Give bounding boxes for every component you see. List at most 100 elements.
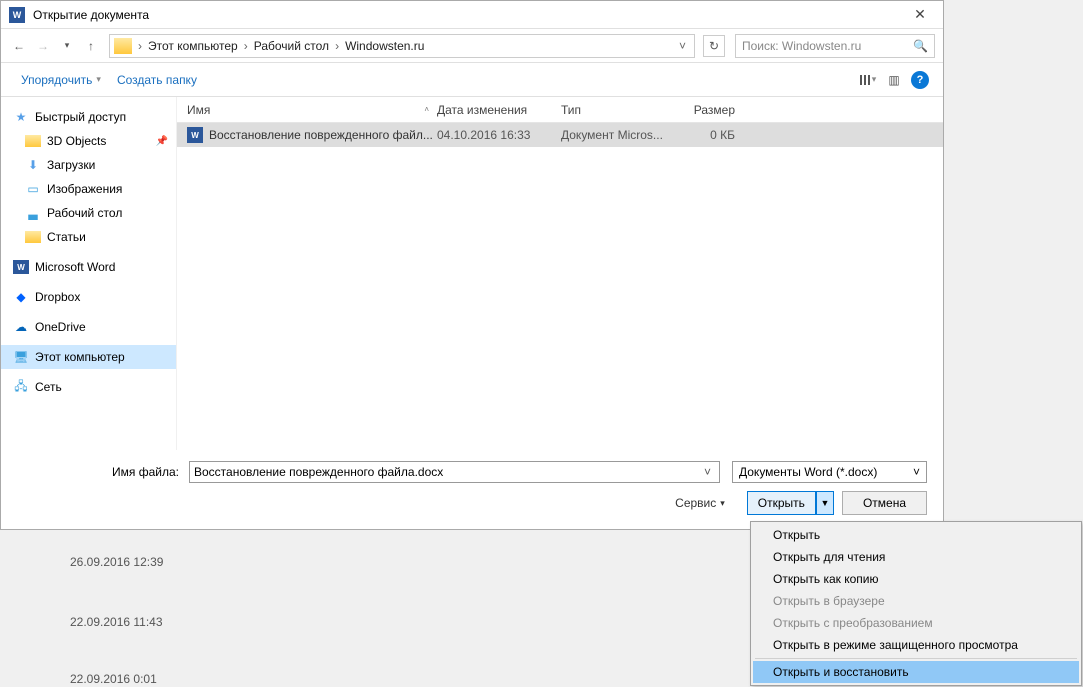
dialog-title: Открытие документа <box>33 8 905 22</box>
help-button[interactable]: ? <box>909 69 931 91</box>
folder-icon <box>25 231 41 243</box>
open-split-button: Открыть ▼ <box>747 491 834 515</box>
chevron-down-icon[interactable]: ˅ <box>700 465 715 479</box>
column-type[interactable]: Тип <box>561 103 681 117</box>
word-doc-icon: W <box>187 127 203 143</box>
bg-timestamp: 22.09.2016 0:01 <box>70 672 157 686</box>
filter-label: Документы Word (*.docx) <box>739 465 877 479</box>
organize-button[interactable]: Упорядочить ▾ <box>13 69 109 91</box>
menu-open-repair[interactable]: Открыть и восстановить <box>753 661 1079 683</box>
menu-open-browser: Открыть в браузере <box>753 590 1079 612</box>
menu-separator <box>755 658 1077 659</box>
folder-icon <box>114 38 132 54</box>
organize-label: Упорядочить <box>21 73 92 87</box>
open-dropdown-button[interactable]: ▼ <box>816 491 834 515</box>
breadcrumb-segment[interactable]: Рабочий стол <box>250 39 333 53</box>
sidebar-label: 3D Objects <box>47 134 106 148</box>
desktop-icon: ▃ <box>25 206 41 220</box>
up-arrow-icon[interactable]: ↑ <box>81 36 101 56</box>
pin-icon: 📌 <box>156 136 168 147</box>
file-type: Документ Micros... <box>561 128 681 142</box>
recent-chevron-icon[interactable]: ▾ <box>57 36 77 56</box>
sidebar-label: Этот компьютер <box>35 350 125 364</box>
file-list-area: Имя ˄ Дата изменения Тип Размер W Восста… <box>177 97 943 450</box>
breadcrumb-segment[interactable]: Этот компьютер <box>144 39 242 53</box>
word-app-icon: W <box>9 7 25 23</box>
sidebar-item-desktop[interactable]: ▃ Рабочий стол <box>1 201 176 225</box>
menu-open-readonly[interactable]: Открыть для чтения <box>753 546 1079 568</box>
new-folder-button[interactable]: Создать папку <box>109 69 205 91</box>
preview-pane-button[interactable]: ▥ <box>883 69 905 91</box>
sidebar-item-pictures[interactable]: ▭ Изображения <box>1 177 176 201</box>
sidebar-msword[interactable]: W Microsoft Word <box>1 255 176 279</box>
file-size: 0 КБ <box>681 128 741 142</box>
filename-field[interactable] <box>194 465 700 479</box>
menu-open-transform: Открыть с преобразованием <box>753 612 1079 634</box>
sidebar-item-downloads[interactable]: ⬇ Загрузки <box>1 153 176 177</box>
file-type-filter[interactable]: Документы Word (*.docx) ˅ <box>732 461 927 483</box>
dialog-footer: Имя файла: ˅ Документы Word (*.docx) ˅ С… <box>1 450 943 529</box>
button-row: Сервис ▾ Открыть ▼ Отмена <box>11 491 927 515</box>
cancel-button[interactable]: Отмена <box>842 491 927 515</box>
sidebar-label: Microsoft Word <box>35 260 115 274</box>
column-date[interactable]: Дата изменения <box>437 103 561 117</box>
sidebar-dropbox[interactable]: ◆ Dropbox <box>1 285 176 309</box>
search-icon[interactable]: 🔍 <box>913 39 928 53</box>
sidebar-network[interactable]: 🖧 Сеть <box>1 375 176 399</box>
sidebar-this-pc[interactable]: 🖥 Этот компьютер <box>1 345 176 369</box>
navigation-bar: ← → ▾ ↑ › Этот компьютер › Рабочий стол … <box>1 29 943 63</box>
open-button[interactable]: Открыть <box>747 491 816 515</box>
sidebar-label: Изображения <box>47 182 122 196</box>
sidebar-label: Статьи <box>47 230 86 244</box>
open-file-dialog: W Открытие документа ✕ ← → ▾ ↑ › Этот ко… <box>0 0 944 530</box>
toolbar: Упорядочить ▾ Создать папку ▾ ▥ ? <box>1 63 943 97</box>
onedrive-icon: ☁ <box>13 320 29 334</box>
word-icon: W <box>13 260 29 274</box>
bg-timestamp: 26.09.2016 12:39 <box>70 555 163 569</box>
file-date: 04.10.2016 16:33 <box>437 128 561 142</box>
chevron-right-icon: › <box>136 39 144 53</box>
breadcrumb-segment[interactable]: Windowsten.ru <box>341 39 428 53</box>
column-label: Имя <box>187 103 210 117</box>
refresh-button[interactable]: ↻ <box>703 35 725 57</box>
close-button[interactable]: ✕ <box>905 6 935 23</box>
back-arrow-icon[interactable]: ← <box>9 36 29 56</box>
tools-label: Сервис <box>675 496 716 510</box>
pc-icon: 🖥 <box>13 350 29 364</box>
sort-ascending-icon: ˄ <box>424 105 429 114</box>
folder-icon <box>25 135 41 147</box>
chevron-down-icon: ˅ <box>913 465 920 479</box>
sidebar-label: Сеть <box>35 380 62 394</box>
star-icon: ★ <box>13 110 29 124</box>
open-dropdown-menu: Открыть Открыть для чтения Открыть как к… <box>750 521 1082 686</box>
forward-arrow-icon[interactable]: → <box>33 36 53 56</box>
menu-open-protected-view[interactable]: Открыть в режиме защищенного просмотра <box>753 634 1079 656</box>
breadcrumb-dropdown-icon[interactable]: ˅ <box>675 39 690 53</box>
bg-timestamp: 22.09.2016 11:43 <box>70 615 163 629</box>
downloads-icon: ⬇ <box>25 158 41 172</box>
sidebar-item-articles[interactable]: Статьи <box>1 225 176 249</box>
sidebar-item-3d-objects[interactable]: 3D Objects 📌 <box>1 129 176 153</box>
main-panel: ★ Быстрый доступ 3D Objects 📌 ⬇ Загрузки… <box>1 97 943 450</box>
menu-open[interactable]: Открыть <box>753 524 1079 546</box>
chevron-down-icon: ▾ <box>720 498 725 509</box>
column-size[interactable]: Размер <box>681 103 741 117</box>
column-name[interactable]: Имя ˄ <box>177 103 437 117</box>
menu-open-copy[interactable]: Открыть как копию <box>753 568 1079 590</box>
file-name: Восстановление поврежденного файл... <box>209 128 437 142</box>
search-input[interactable]: Поиск: Windowsten.ru 🔍 <box>735 34 935 58</box>
file-row[interactable]: W Восстановление поврежденного файл... 0… <box>177 123 943 147</box>
sidebar-onedrive[interactable]: ☁ OneDrive <box>1 315 176 339</box>
sidebar-label: Загрузки <box>47 158 95 172</box>
filename-input[interactable]: ˅ <box>189 461 720 483</box>
view-options-button[interactable]: ▾ <box>857 69 879 91</box>
dropbox-icon: ◆ <box>13 290 29 304</box>
sidebar-label: Быстрый доступ <box>35 110 126 124</box>
network-icon: 🖧 <box>13 380 29 394</box>
sidebar-quick-access[interactable]: ★ Быстрый доступ <box>1 105 176 129</box>
chevron-right-icon: › <box>333 39 341 53</box>
breadcrumb-path[interactable]: › Этот компьютер › Рабочий стол › Window… <box>109 34 695 58</box>
titlebar: W Открытие документа ✕ <box>1 1 943 29</box>
pictures-icon: ▭ <box>25 182 41 196</box>
tools-button[interactable]: Сервис ▾ <box>675 496 725 510</box>
